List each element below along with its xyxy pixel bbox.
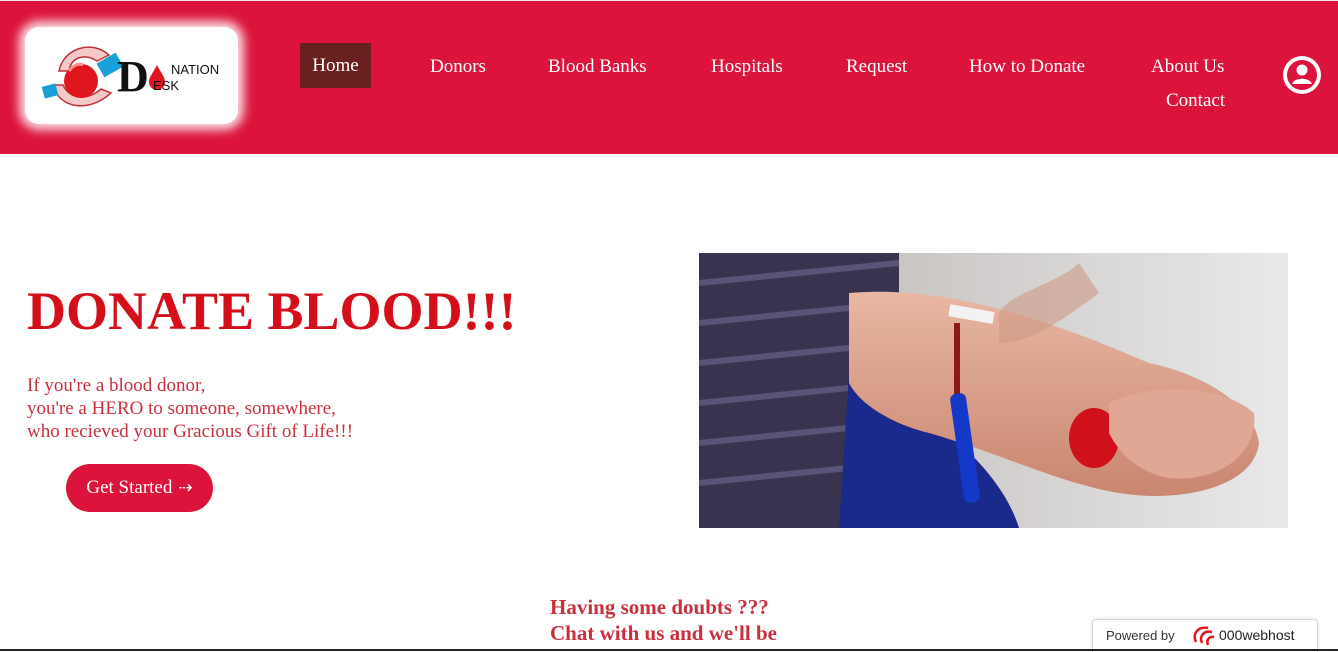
- nav-contact[interactable]: Contact: [1166, 91, 1225, 110]
- powered-by-badge[interactable]: Powered by 000webhost: [1092, 619, 1318, 652]
- user-circle-icon: [1287, 60, 1317, 90]
- webhost-logo-icon: [1193, 626, 1215, 646]
- nav-how-to-donate[interactable]: How to Donate: [969, 57, 1085, 76]
- powered-by-label: Powered by: [1106, 628, 1175, 643]
- logo-word-nation: NATION: [171, 62, 220, 77]
- logo-word-esk: ESK: [153, 78, 180, 93]
- webhost-brand: 000webhost: [1219, 627, 1295, 643]
- hero-image-blood-donation: [699, 253, 1288, 528]
- nav-blood-banks[interactable]: Blood Banks: [548, 57, 647, 76]
- logo-letter-d: D: [117, 52, 149, 101]
- hero-text-line-3: who recieved your Gracious Gift of Life!…: [27, 421, 354, 442]
- chat-prompt-line-2: Chat with us and we'll be: [550, 621, 777, 645]
- nav-hospitals[interactable]: Hospitals: [711, 57, 783, 76]
- user-account-button[interactable]: [1283, 56, 1321, 94]
- chat-prompt-line-1: Having some doubts ???: [550, 595, 769, 619]
- hero-text-line-1: If you're a blood donor,: [27, 375, 206, 396]
- nav-home[interactable]: Home: [300, 43, 371, 88]
- nav-about-us[interactable]: About Us: [1151, 57, 1224, 76]
- arrow-right-icon: ⇢: [178, 478, 193, 498]
- site-logo[interactable]: D NATION ESK: [25, 27, 238, 124]
- get-started-button[interactable]: Get Started ⇢: [66, 464, 213, 512]
- blood-donation-arm-image: [699, 253, 1288, 528]
- hero-title: DONATE BLOOD!!!: [27, 281, 517, 341]
- hero-text-line-2: you're a HERO to someone, somewhere,: [27, 398, 336, 419]
- nav-request[interactable]: Request: [846, 57, 907, 76]
- site-header: D NATION ESK Home Donors Blood Banks Hos…: [0, 1, 1338, 154]
- get-started-label: Get Started: [86, 477, 173, 498]
- nav-donors[interactable]: Donors: [430, 57, 486, 76]
